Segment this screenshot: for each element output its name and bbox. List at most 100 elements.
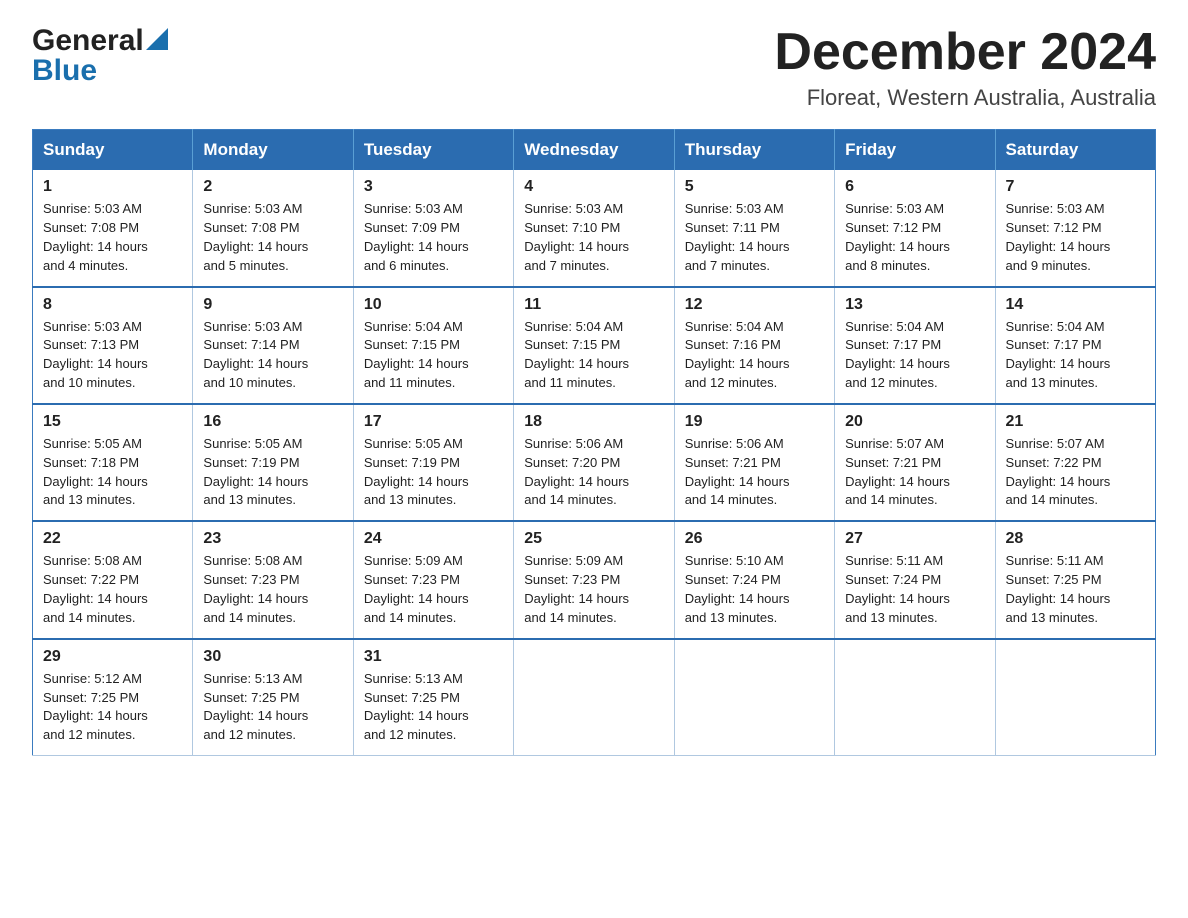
day-info: Sunrise: 5:13 AM Sunset: 7:25 PM Dayligh…: [203, 670, 342, 745]
col-wednesday: Wednesday: [514, 130, 674, 171]
day-number: 25: [524, 530, 663, 548]
day-number: 27: [845, 530, 984, 548]
day-number: 28: [1006, 530, 1145, 548]
day-number: 12: [685, 296, 824, 314]
calendar-cell: 16 Sunrise: 5:05 AM Sunset: 7:19 PM Dayl…: [193, 404, 353, 521]
day-number: 23: [203, 530, 342, 548]
day-info: Sunrise: 5:03 AM Sunset: 7:08 PM Dayligh…: [43, 200, 182, 275]
day-info: Sunrise: 5:11 AM Sunset: 7:24 PM Dayligh…: [845, 552, 984, 627]
day-info: Sunrise: 5:05 AM Sunset: 7:19 PM Dayligh…: [364, 435, 503, 510]
calendar-cell: 18 Sunrise: 5:06 AM Sunset: 7:20 PM Dayl…: [514, 404, 674, 521]
calendar-cell: [995, 639, 1155, 756]
day-number: 19: [685, 413, 824, 431]
day-info: Sunrise: 5:13 AM Sunset: 7:25 PM Dayligh…: [364, 670, 503, 745]
calendar-table: Sunday Monday Tuesday Wednesday Thursday…: [32, 129, 1156, 756]
day-info: Sunrise: 5:06 AM Sunset: 7:20 PM Dayligh…: [524, 435, 663, 510]
day-info: Sunrise: 5:03 AM Sunset: 7:13 PM Dayligh…: [43, 318, 182, 393]
calendar-cell: 22 Sunrise: 5:08 AM Sunset: 7:22 PM Dayl…: [33, 521, 193, 638]
day-info: Sunrise: 5:04 AM Sunset: 7:15 PM Dayligh…: [524, 318, 663, 393]
calendar-cell: 14 Sunrise: 5:04 AM Sunset: 7:17 PM Dayl…: [995, 287, 1155, 404]
day-number: 31: [364, 648, 503, 666]
day-info: Sunrise: 5:03 AM Sunset: 7:12 PM Dayligh…: [1006, 200, 1145, 275]
calendar-cell: 27 Sunrise: 5:11 AM Sunset: 7:24 PM Dayl…: [835, 521, 995, 638]
day-number: 11: [524, 296, 663, 314]
calendar-cell: 28 Sunrise: 5:11 AM Sunset: 7:25 PM Dayl…: [995, 521, 1155, 638]
calendar-cell: 23 Sunrise: 5:08 AM Sunset: 7:23 PM Dayl…: [193, 521, 353, 638]
day-info: Sunrise: 5:09 AM Sunset: 7:23 PM Dayligh…: [364, 552, 503, 627]
day-number: 30: [203, 648, 342, 666]
day-info: Sunrise: 5:08 AM Sunset: 7:23 PM Dayligh…: [203, 552, 342, 627]
day-number: 14: [1006, 296, 1145, 314]
header: General Blue December 2024 Floreat, West…: [32, 24, 1156, 111]
calendar-cell: 2 Sunrise: 5:03 AM Sunset: 7:08 PM Dayli…: [193, 170, 353, 286]
calendar-cell: 7 Sunrise: 5:03 AM Sunset: 7:12 PM Dayli…: [995, 170, 1155, 286]
logo-triangle-icon: [146, 28, 168, 50]
calendar-week-row: 29 Sunrise: 5:12 AM Sunset: 7:25 PM Dayl…: [33, 639, 1156, 756]
day-number: 3: [364, 178, 503, 196]
day-info: Sunrise: 5:09 AM Sunset: 7:23 PM Dayligh…: [524, 552, 663, 627]
day-info: Sunrise: 5:05 AM Sunset: 7:19 PM Dayligh…: [203, 435, 342, 510]
day-number: 18: [524, 413, 663, 431]
day-number: 13: [845, 296, 984, 314]
calendar-cell: 5 Sunrise: 5:03 AM Sunset: 7:11 PM Dayli…: [674, 170, 834, 286]
day-number: 6: [845, 178, 984, 196]
logo: General Blue: [32, 24, 168, 88]
calendar-cell: 13 Sunrise: 5:04 AM Sunset: 7:17 PM Dayl…: [835, 287, 995, 404]
day-number: 9: [203, 296, 342, 314]
calendar-cell: 31 Sunrise: 5:13 AM Sunset: 7:25 PM Dayl…: [353, 639, 513, 756]
day-number: 24: [364, 530, 503, 548]
calendar-cell: 29 Sunrise: 5:12 AM Sunset: 7:25 PM Dayl…: [33, 639, 193, 756]
calendar-cell: 26 Sunrise: 5:10 AM Sunset: 7:24 PM Dayl…: [674, 521, 834, 638]
calendar-cell: 30 Sunrise: 5:13 AM Sunset: 7:25 PM Dayl…: [193, 639, 353, 756]
title-area: December 2024 Floreat, Western Australia…: [774, 24, 1156, 111]
day-number: 17: [364, 413, 503, 431]
calendar-week-row: 8 Sunrise: 5:03 AM Sunset: 7:13 PM Dayli…: [33, 287, 1156, 404]
calendar-week-row: 1 Sunrise: 5:03 AM Sunset: 7:08 PM Dayli…: [33, 170, 1156, 286]
calendar-cell: 9 Sunrise: 5:03 AM Sunset: 7:14 PM Dayli…: [193, 287, 353, 404]
day-info: Sunrise: 5:03 AM Sunset: 7:11 PM Dayligh…: [685, 200, 824, 275]
day-number: 15: [43, 413, 182, 431]
calendar-cell: 4 Sunrise: 5:03 AM Sunset: 7:10 PM Dayli…: [514, 170, 674, 286]
calendar-week-row: 15 Sunrise: 5:05 AM Sunset: 7:18 PM Dayl…: [33, 404, 1156, 521]
day-number: 26: [685, 530, 824, 548]
day-info: Sunrise: 5:03 AM Sunset: 7:14 PM Dayligh…: [203, 318, 342, 393]
day-number: 5: [685, 178, 824, 196]
calendar-header-row: Sunday Monday Tuesday Wednesday Thursday…: [33, 130, 1156, 171]
calendar-cell: 11 Sunrise: 5:04 AM Sunset: 7:15 PM Dayl…: [514, 287, 674, 404]
day-info: Sunrise: 5:11 AM Sunset: 7:25 PM Dayligh…: [1006, 552, 1145, 627]
calendar-cell: 21 Sunrise: 5:07 AM Sunset: 7:22 PM Dayl…: [995, 404, 1155, 521]
calendar-cell: 20 Sunrise: 5:07 AM Sunset: 7:21 PM Dayl…: [835, 404, 995, 521]
day-info: Sunrise: 5:12 AM Sunset: 7:25 PM Dayligh…: [43, 670, 182, 745]
day-info: Sunrise: 5:06 AM Sunset: 7:21 PM Dayligh…: [685, 435, 824, 510]
calendar-cell: 24 Sunrise: 5:09 AM Sunset: 7:23 PM Dayl…: [353, 521, 513, 638]
day-info: Sunrise: 5:07 AM Sunset: 7:21 PM Dayligh…: [845, 435, 984, 510]
col-friday: Friday: [835, 130, 995, 171]
day-info: Sunrise: 5:03 AM Sunset: 7:08 PM Dayligh…: [203, 200, 342, 275]
day-info: Sunrise: 5:05 AM Sunset: 7:18 PM Dayligh…: [43, 435, 182, 510]
col-saturday: Saturday: [995, 130, 1155, 171]
calendar-week-row: 22 Sunrise: 5:08 AM Sunset: 7:22 PM Dayl…: [33, 521, 1156, 638]
day-info: Sunrise: 5:08 AM Sunset: 7:22 PM Dayligh…: [43, 552, 182, 627]
month-title: December 2024: [774, 24, 1156, 81]
calendar-cell: 8 Sunrise: 5:03 AM Sunset: 7:13 PM Dayli…: [33, 287, 193, 404]
calendar-body: 1 Sunrise: 5:03 AM Sunset: 7:08 PM Dayli…: [33, 170, 1156, 755]
day-number: 8: [43, 296, 182, 314]
calendar-cell: 1 Sunrise: 5:03 AM Sunset: 7:08 PM Dayli…: [33, 170, 193, 286]
day-number: 29: [43, 648, 182, 666]
day-info: Sunrise: 5:10 AM Sunset: 7:24 PM Dayligh…: [685, 552, 824, 627]
calendar-cell: 12 Sunrise: 5:04 AM Sunset: 7:16 PM Dayl…: [674, 287, 834, 404]
day-number: 22: [43, 530, 182, 548]
day-number: 4: [524, 178, 663, 196]
col-monday: Monday: [193, 130, 353, 171]
col-sunday: Sunday: [33, 130, 193, 171]
day-number: 7: [1006, 178, 1145, 196]
day-number: 21: [1006, 413, 1145, 431]
calendar-cell: 17 Sunrise: 5:05 AM Sunset: 7:19 PM Dayl…: [353, 404, 513, 521]
calendar-cell: 19 Sunrise: 5:06 AM Sunset: 7:21 PM Dayl…: [674, 404, 834, 521]
day-info: Sunrise: 5:03 AM Sunset: 7:12 PM Dayligh…: [845, 200, 984, 275]
day-info: Sunrise: 5:04 AM Sunset: 7:16 PM Dayligh…: [685, 318, 824, 393]
day-number: 20: [845, 413, 984, 431]
location-title: Floreat, Western Australia, Australia: [774, 85, 1156, 111]
day-info: Sunrise: 5:04 AM Sunset: 7:17 PM Dayligh…: [1006, 318, 1145, 393]
col-thursday: Thursday: [674, 130, 834, 171]
